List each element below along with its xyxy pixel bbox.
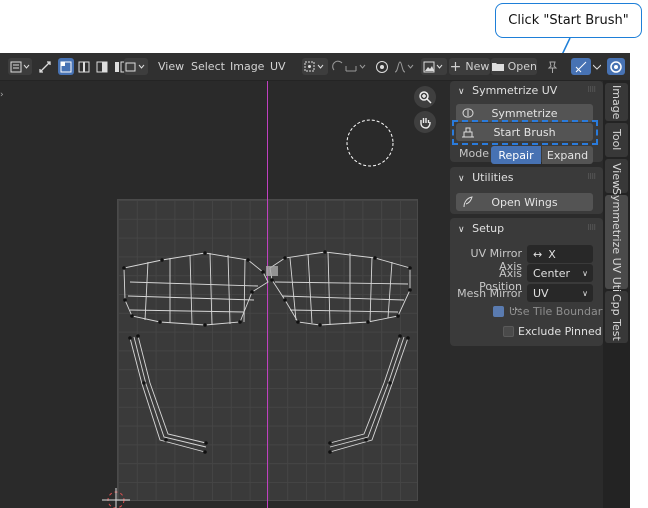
axis-position-dropdown[interactable]: Center ∨ — [527, 264, 593, 282]
chevron-down-icon: ∨ — [458, 174, 465, 184]
screen-edge — [630, 53, 648, 508]
symmetrize-icon — [462, 108, 474, 118]
open-image-button[interactable]: Open — [491, 58, 537, 75]
tab-symmetrize-uv-util[interactable]: Symmetrize UV Util — [605, 188, 628, 296]
use-tile-boundary-checkbox[interactable]: Use Tile Boundary — [493, 305, 609, 318]
highlight-box — [452, 120, 598, 145]
mode-expand-button[interactable]: Expand — [542, 146, 593, 164]
mesh-mirror-value: UV — [533, 286, 549, 300]
uv-mirror-axis-value: X — [548, 247, 556, 261]
mode-label: Mode — [459, 147, 489, 160]
pin-icon[interactable] — [543, 58, 561, 75]
uv-mirror-axis-field[interactable]: ↔ X — [527, 245, 593, 263]
pan-hand-icon[interactable] — [414, 111, 436, 133]
checkmark-icon — [493, 306, 504, 317]
exclude-pinned-label: Exclude Pinned — [518, 325, 602, 338]
tab-tool[interactable]: Tool — [605, 123, 628, 157]
setup-panel-title: Setup — [472, 222, 505, 235]
zoom-icon[interactable] — [414, 86, 436, 108]
folder-icon — [492, 63, 504, 71]
uv-mesh — [102, 119, 412, 508]
new-image-button[interactable]: + New — [449, 58, 490, 75]
open-label: Open — [507, 60, 537, 73]
axis-position-value: Center — [533, 266, 571, 280]
tab-symmetrize-uv-util-label: Symmetrize UV Util — [610, 188, 623, 296]
tab-view-label: View — [610, 162, 623, 190]
panel-grip-icon[interactable]: ⠿⠿ — [587, 173, 596, 181]
chevron-down-icon: ∨ — [458, 225, 465, 235]
chevron-down-icon: ∨ — [458, 87, 465, 97]
setup-panel-header[interactable]: ∨ Setup — [458, 219, 504, 239]
mode-repair-button[interactable]: Repair — [491, 146, 541, 164]
use-tile-boundary-label: Use Tile Boundary — [509, 305, 609, 318]
new-label: New — [465, 60, 490, 73]
tab-cpp-test[interactable]: Cpp Test — [605, 291, 628, 343]
tab-cpp-test-label: Cpp Test — [610, 293, 623, 341]
panel-grip-icon[interactable]: ⠿⠿ — [587, 86, 596, 94]
symmetrize-label: Symmetrize — [491, 106, 558, 120]
tab-tool-label: Tool — [610, 129, 623, 151]
utilities-panel-title: Utilities — [472, 171, 514, 184]
open-wings-button[interactable]: Open Wings — [456, 193, 593, 211]
open-wings-label: Open Wings — [491, 195, 558, 209]
tab-image-label: Image — [610, 84, 623, 120]
chevron-down-icon: ∨ — [582, 288, 588, 298]
exclude-pinned-checkbox[interactable]: Exclude Pinned — [503, 325, 602, 338]
2d-cursor-icon — [102, 488, 130, 508]
wings-icon — [463, 196, 473, 208]
symmetrize-uv-panel-header[interactable]: ∨ Symmetrize UV — [458, 81, 557, 101]
checkbox-empty-icon — [503, 326, 514, 337]
chevron-down-icon: ∨ — [582, 268, 588, 278]
chevron-down-icon[interactable] — [592, 58, 602, 75]
mesh-mirror-dropdown[interactable]: UV ∨ — [527, 284, 593, 302]
mirror-axis-icon: ↔ — [533, 247, 543, 261]
panel-grip-icon[interactable]: ⠿⠿ — [587, 224, 596, 232]
uv-sync-mode-icon[interactable] — [571, 58, 591, 75]
gizmo-toggle-icon[interactable] — [607, 58, 625, 75]
symmetrize-panel-title: Symmetrize UV — [472, 84, 558, 97]
utilities-panel-header[interactable]: ∨ Utilities — [458, 168, 514, 188]
tab-image[interactable]: Image — [605, 83, 628, 121]
plus-icon: + — [449, 58, 462, 75]
